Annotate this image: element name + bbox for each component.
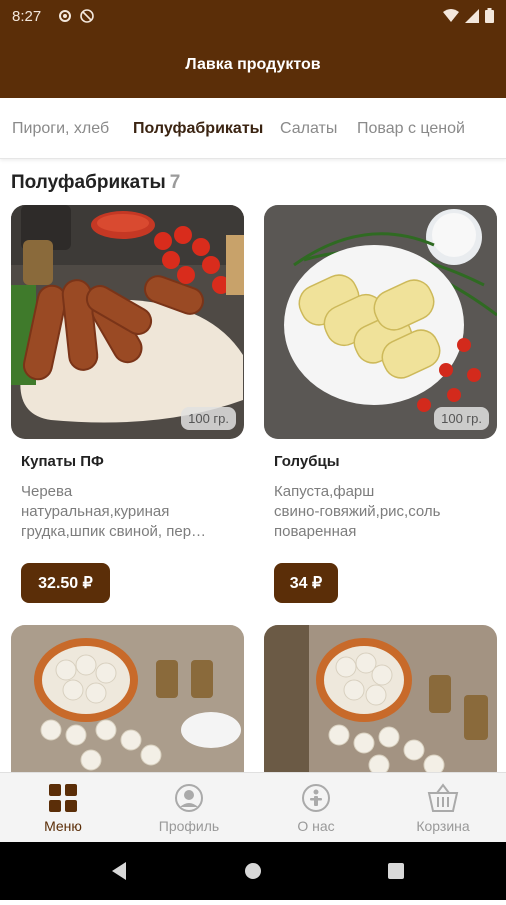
settings-icon [58,9,72,27]
product-image-kupaty[interactable]: 100 гр. [11,205,244,439]
app-bar: Лавка продуктов [0,32,506,98]
recents-icon [388,863,404,879]
about-icon [261,781,371,815]
price-button[interactable]: 34 ₽ [274,563,338,603]
basket-icon [388,781,498,815]
product-name[interactable]: Купаты ПФ [21,453,104,470]
product-description: Черева натуральная,куриная грудка,шпик с… [21,482,251,542]
section-title: Полуфабрикаты 7 [11,172,180,194]
nav-profile[interactable]: Профиль [134,781,244,834]
nav-about[interactable]: О нас [261,781,371,834]
profile-icon [134,781,244,815]
nav-cart[interactable]: Корзина [388,781,498,834]
category-tabs: Пироги, хлеб Полуфабрикаты Салаты Повар … [0,98,506,159]
tab-salads[interactable]: Салаты [280,120,337,138]
section-title-text: Полуфабрикаты [11,172,166,193]
dnd-icon [80,9,94,27]
tab-cook-price[interactable]: Повар с ценой [357,120,465,138]
bottom-navigation: Меню Профиль О нас Корзина [0,772,506,843]
product-description-line: Черева [21,483,73,500]
nav-label: Профиль [158,818,220,834]
product-description-line: натуральная,куриная [21,503,170,520]
section-count: 7 [169,172,181,193]
price-button[interactable]: 32.50 ₽ [21,563,110,603]
product-description-line: свино-говяжий,рис,соль [274,503,441,520]
home-icon [245,863,261,879]
nav-label: Меню [44,818,82,834]
product-weight: 100 гр. [181,407,236,430]
status-time: 8:27 [12,8,42,25]
nav-menu[interactable]: Меню [8,781,118,834]
wifi-icon [443,8,459,27]
product-image-pelmeni-2[interactable] [264,625,497,785]
menu-grid-icon [8,781,118,815]
product-name[interactable]: Голубцы [274,453,340,470]
tab-semi-finished[interactable]: Полуфабрикаты [133,120,263,138]
system-navigation-bar [0,842,506,900]
tab-pies-bread[interactable]: Пироги, хлеб [12,120,109,138]
product-description: Капуста,фарш свино-говяжий,рис,соль пова… [274,482,504,542]
product-image-golubtsy[interactable]: 100 гр. [264,205,497,439]
nav-label: О нас [297,818,335,834]
product-description-line: Капуста,фарш [274,483,375,500]
back-icon [112,862,126,880]
signal-icon [465,8,479,27]
product-description-line: грудка,шпик свиной, пер… [21,523,207,540]
product-description-line: поваренная [274,523,357,540]
product-image-pelmeni[interactable] [11,625,244,785]
status-bar: 8:27 [0,0,506,32]
app-title: Лавка продуктов [185,56,321,73]
product-weight: 100 гр. [434,407,489,430]
nav-label: Корзина [416,818,470,834]
battery-icon [485,8,494,27]
